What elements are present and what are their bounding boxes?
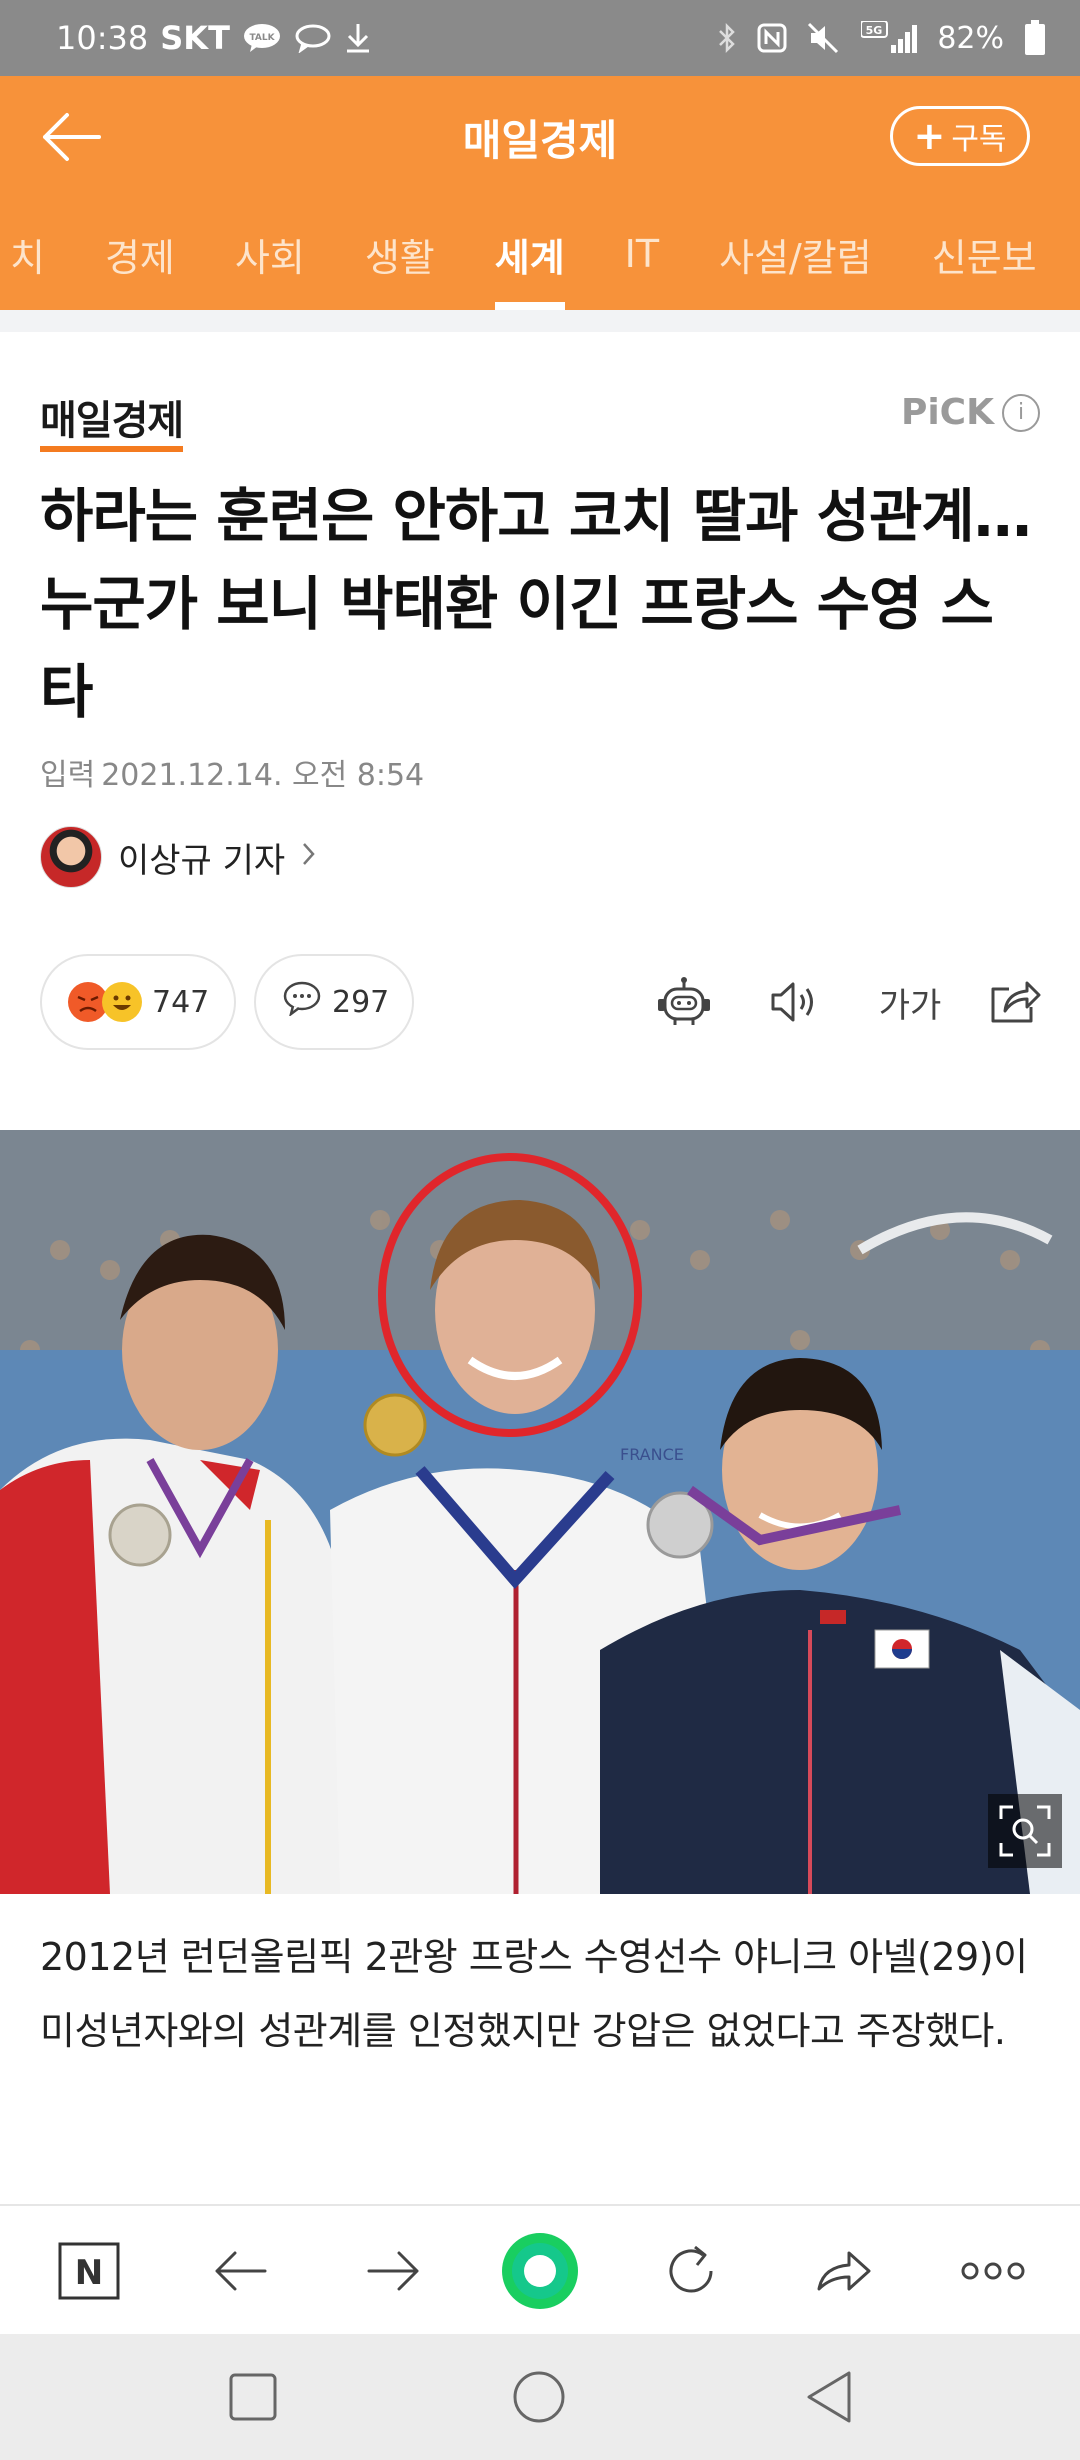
- more-dots-icon: [961, 2262, 1025, 2280]
- bluetooth-icon: [717, 22, 737, 54]
- reactions-button[interactable]: 747: [40, 954, 236, 1050]
- font-size-icon: 가가: [878, 985, 942, 1026]
- info-icon: i: [1002, 393, 1040, 432]
- share-arrow-icon: [817, 2251, 871, 2291]
- system-back-button[interactable]: [796, 2364, 862, 2430]
- tab-world[interactable]: 세계: [465, 198, 595, 310]
- tab-partial[interactable]: 치: [0, 198, 75, 310]
- battery-icon: [1024, 20, 1046, 56]
- browser-share-button[interactable]: [806, 2234, 880, 2308]
- green-dot-icon: [502, 2233, 578, 2309]
- comments-button[interactable]: 297: [254, 954, 414, 1050]
- plus-icon: +: [913, 114, 946, 158]
- mute-icon: [807, 22, 841, 54]
- subscribe-button[interactable]: + 구독: [890, 106, 1030, 166]
- tab-it[interactable]: IT: [595, 198, 689, 310]
- speaker-icon: [771, 982, 813, 1022]
- signal-5g-icon: 5G: [861, 21, 918, 55]
- reactions-count: 747: [152, 984, 210, 1020]
- home-button[interactable]: [506, 2364, 572, 2430]
- app-header: 매일경제 + 구독: [0, 76, 1080, 198]
- status-time: 10:38: [56, 19, 149, 57]
- section-divider: [0, 310, 1080, 332]
- arrow-left-icon: [43, 113, 101, 161]
- article-headline: 하라는 훈련은 안하고 코치 딸과 성관계…누군가 보니 박태환 이긴 프랑스 …: [40, 482, 1032, 726]
- pick-label: PiCK: [900, 392, 994, 433]
- tab-opinion[interactable]: 사설/칼럼: [689, 198, 902, 310]
- jacket-text: FRANCE: [620, 1445, 684, 1464]
- download-icon: [344, 22, 372, 54]
- system-nav-bar: [0, 2334, 1080, 2460]
- refresh-icon: [669, 2245, 713, 2293]
- summary-bot-button[interactable]: [654, 972, 714, 1032]
- arrow-right-icon: [367, 2251, 419, 2291]
- share-icon: [991, 981, 1041, 1023]
- reporter-link[interactable]: 이상규 기자: [40, 826, 317, 888]
- date-label: 입력: [40, 758, 96, 793]
- green-dot-button[interactable]: [500, 2231, 580, 2311]
- laugh-emoji-icon: [102, 982, 142, 1022]
- status-carrier: SKT: [160, 19, 230, 57]
- article-caption: 2012년 런던올림픽 2관왕 프랑스 수영선수 야니크 아넬(29)이 미성년…: [40, 1935, 1028, 2053]
- pick-badge[interactable]: PiCK i: [901, 392, 1040, 433]
- browser-forward-button[interactable]: [356, 2234, 430, 2308]
- status-right: 5G 82%: [717, 20, 1046, 56]
- tts-button[interactable]: [766, 972, 826, 1032]
- robot-icon: [658, 977, 710, 1025]
- recents-button[interactable]: [220, 2364, 286, 2430]
- zoom-icon: [999, 1805, 1051, 1857]
- tab-newspaper[interactable]: 신문보: [902, 198, 1067, 310]
- kakaotalk-badge-text: TALK: [249, 33, 275, 43]
- back-triangle-icon: [807, 2371, 851, 2423]
- network-type: 5G: [866, 24, 883, 37]
- naver-home-button[interactable]: N: [52, 2234, 126, 2308]
- tab-life[interactable]: 생활: [335, 198, 465, 310]
- home-circle-icon: [513, 2371, 565, 2423]
- back-button[interactable]: [38, 104, 104, 170]
- podium-photo-illustration: FRANCE: [0, 1130, 1080, 1894]
- date-value: 2021.12.14. 오전 8:54: [101, 758, 425, 793]
- category-tabs: 치 경제 사회 생활 세계 IT 사설/칼럼 신문보: [0, 198, 1067, 310]
- naver-letter: N: [75, 2253, 103, 2293]
- tab-society[interactable]: 사회: [205, 198, 335, 310]
- nfc-icon: [757, 23, 787, 53]
- arrow-left-icon: [215, 2251, 267, 2291]
- recents-icon: [229, 2373, 277, 2421]
- reporter-avatar: [40, 826, 102, 888]
- font-size-button[interactable]: 가가: [870, 972, 950, 1032]
- status-bar: 10:38 SKT TALK 5G 82%: [0, 0, 1080, 76]
- comments-count: 297: [332, 984, 390, 1020]
- kakaotalk-icon: TALK: [242, 22, 282, 54]
- naver-logo-icon: N: [58, 2242, 120, 2300]
- share-button[interactable]: [984, 972, 1044, 1032]
- refresh-button[interactable]: [654, 2234, 728, 2308]
- status-left: 10:38 SKT TALK: [56, 19, 372, 57]
- tab-economy[interactable]: 경제: [75, 198, 205, 310]
- press-logo[interactable]: 매일경제: [40, 388, 184, 452]
- image-zoom-button[interactable]: [988, 1794, 1062, 1868]
- message-bubble-icon: [294, 23, 332, 53]
- comment-icon: [282, 980, 322, 1024]
- article-actions: 747 297 가가: [40, 954, 1041, 1050]
- subscribe-label: 구독: [951, 122, 1007, 157]
- article-photo[interactable]: FRANCE: [0, 1130, 1080, 1894]
- article-date: 입력 2021.12.14. 오전 8:54: [40, 750, 424, 794]
- more-button[interactable]: [956, 2234, 1030, 2308]
- battery-percent: 82%: [937, 20, 1004, 56]
- browser-toolbar: N: [0, 2204, 1080, 2334]
- chevron-right-icon: [301, 838, 317, 876]
- browser-back-button[interactable]: [204, 2234, 278, 2308]
- category-nav: 치 경제 사회 생활 세계 IT 사설/칼럼 신문보: [0, 198, 1080, 310]
- reporter-name: 이상규 기자: [118, 840, 286, 881]
